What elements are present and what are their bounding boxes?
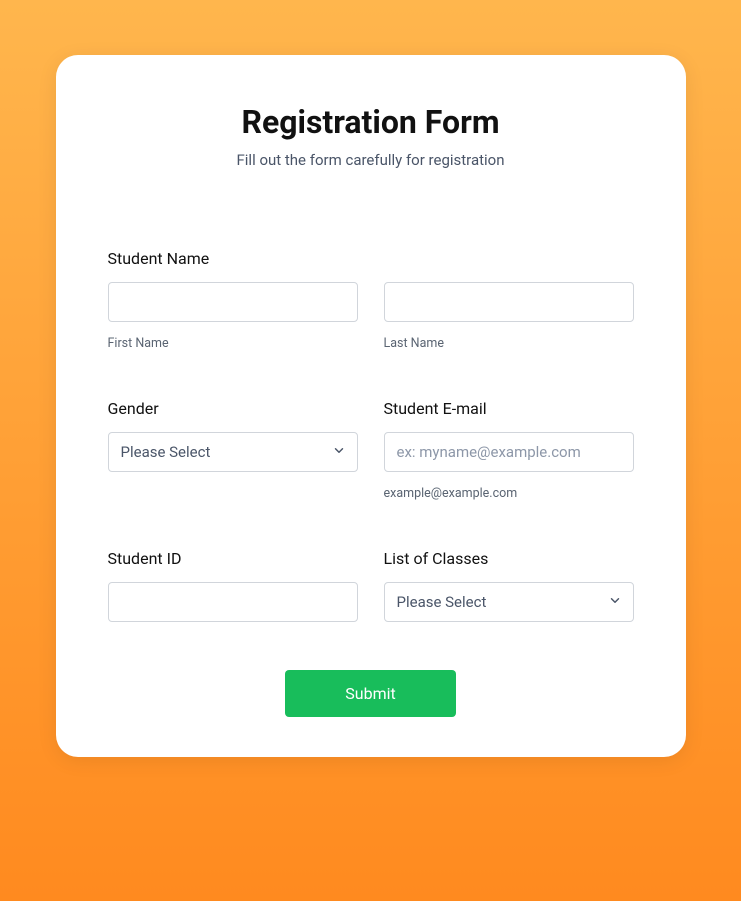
email-input[interactable]	[384, 432, 634, 472]
submit-button[interactable]: Submit	[285, 670, 455, 717]
registration-card: Registration Form Fill out the form care…	[56, 55, 686, 757]
gender-select-wrap: Please Select	[108, 432, 358, 472]
gender-email-row: Gender Please Select Student E-mail exam…	[108, 399, 634, 501]
form-title: Registration Form	[108, 103, 634, 141]
submit-row: Submit	[108, 670, 634, 717]
first-name-col: First Name	[108, 282, 358, 351]
email-label: Student E-mail	[384, 399, 634, 418]
gender-select[interactable]: Please Select	[108, 432, 358, 472]
form-subtitle: Fill out the form carefully for registra…	[108, 151, 634, 169]
student-name-label: Student Name	[108, 249, 634, 268]
student-id-label: Student ID	[108, 549, 358, 568]
classes-field: List of Classes Please Select	[384, 549, 634, 622]
last-name-input[interactable]	[384, 282, 634, 322]
id-classes-row: Student ID List of Classes Please Select	[108, 549, 634, 622]
student-name-group: Student Name First Name Last Name	[108, 249, 634, 351]
classes-select[interactable]: Please Select	[384, 582, 634, 622]
classes-label: List of Classes	[384, 549, 634, 568]
first-name-input[interactable]	[108, 282, 358, 322]
gender-label: Gender	[108, 399, 358, 418]
last-name-col: Last Name	[384, 282, 634, 351]
classes-select-wrap: Please Select	[384, 582, 634, 622]
student-id-input[interactable]	[108, 582, 358, 622]
student-id-field: Student ID	[108, 549, 358, 622]
student-name-inputs: First Name Last Name	[108, 282, 634, 351]
email-field: Student E-mail example@example.com	[384, 399, 634, 501]
form-header: Registration Form Fill out the form care…	[108, 103, 634, 169]
last-name-sublabel: Last Name	[384, 336, 634, 351]
email-sublabel: example@example.com	[384, 486, 634, 501]
first-name-sublabel: First Name	[108, 336, 358, 351]
gender-field: Gender Please Select	[108, 399, 358, 501]
